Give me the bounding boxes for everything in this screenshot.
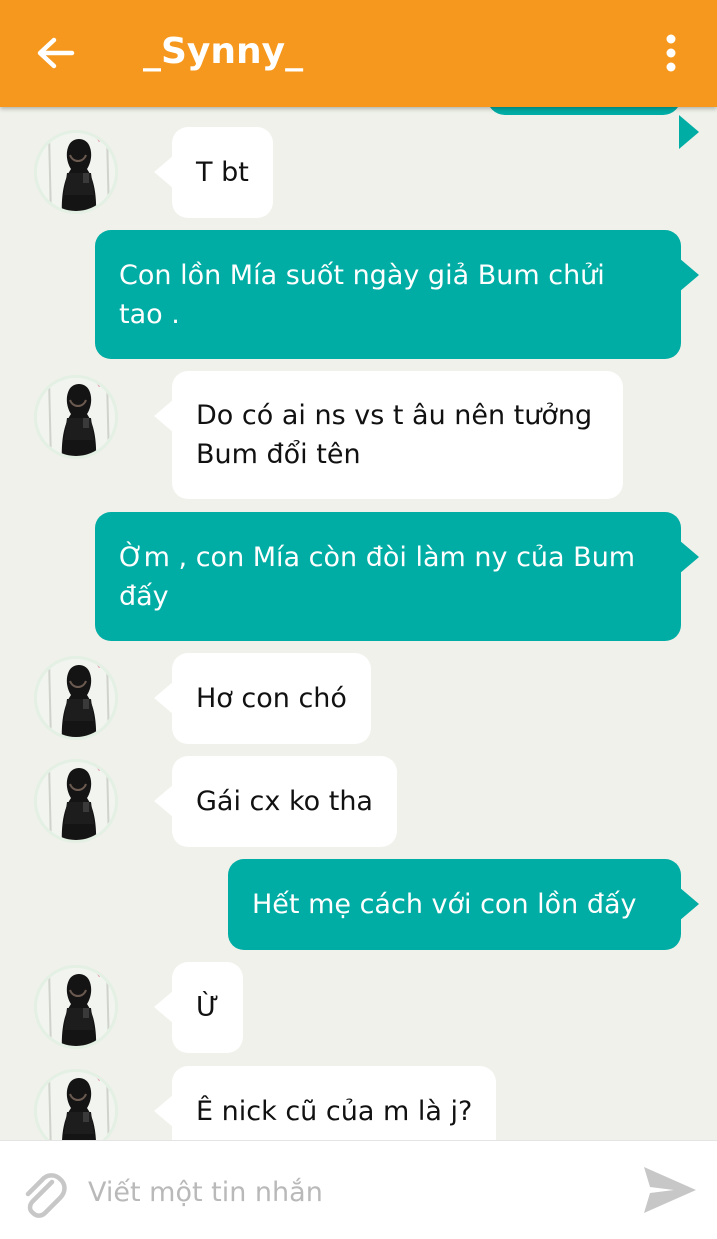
outgoing-message: Con lồn Mía suốt ngày giả Bum chửi tao . [95, 230, 699, 359]
avatar[interactable] [34, 130, 118, 214]
incoming-message: Ê nick cũ của m là j? [153, 1066, 497, 1140]
message-text: Ừ [196, 992, 220, 1023]
attach-button[interactable] [16, 1168, 72, 1224]
outgoing-message: Ờm , con Mía còn đòi làm ny của Bum đấy [95, 512, 699, 641]
paperclip-icon [25, 1173, 67, 1218]
message-text: Hết mẹ cách với con lồn đấy [252, 889, 637, 920]
incoming-message: Hơ con chó [154, 653, 371, 744]
incoming-message: T bt [154, 127, 273, 218]
outgoing-message-partial [487, 107, 699, 149]
message-text: Ê nick cũ của m là j? [196, 1096, 473, 1127]
message-text: Hơ con chó [196, 683, 347, 714]
message-text: T bt [196, 157, 249, 188]
message-text: Gái cx ko tha [196, 786, 373, 817]
incoming-message: Ừ [153, 962, 244, 1053]
send-button[interactable] [640, 1163, 698, 1217]
app-header: _Synny_ [0, 0, 717, 107]
avatar[interactable] [34, 965, 118, 1049]
back-button[interactable] [28, 28, 84, 78]
message-text: Ờm , con Mía còn đòi làm ny của Bum đấy [119, 541, 636, 612]
avatar[interactable] [34, 656, 118, 740]
avatar[interactable] [34, 1069, 118, 1140]
message-text: Con lồn Mía suốt ngày giả Bum chửi tao . [119, 259, 605, 330]
arrow-left-icon [37, 37, 75, 69]
message-text: Do có ai ns vs t âu nên tưởng Bum đổi tê… [196, 400, 593, 470]
message-composer [0, 1140, 717, 1239]
send-icon [644, 1167, 696, 1213]
message-input[interactable] [86, 1163, 630, 1221]
avatar[interactable] [34, 375, 118, 459]
outgoing-message: Hết mẹ cách với con lồn đấy [228, 859, 699, 950]
incoming-message: Gái cx ko tha [154, 756, 397, 847]
incoming-message: Do có ai ns vs t âu nên tưởng Bum đổi tê… [154, 371, 623, 499]
avatar[interactable] [34, 759, 118, 843]
more-vertical-icon [666, 34, 676, 72]
conversation-title: _Synny_ [143, 31, 304, 72]
message-list[interactable]: T bt Con lồn Mía suốt ngày giả Bum chửi … [0, 107, 717, 1140]
overflow-menu-button[interactable] [648, 28, 694, 78]
